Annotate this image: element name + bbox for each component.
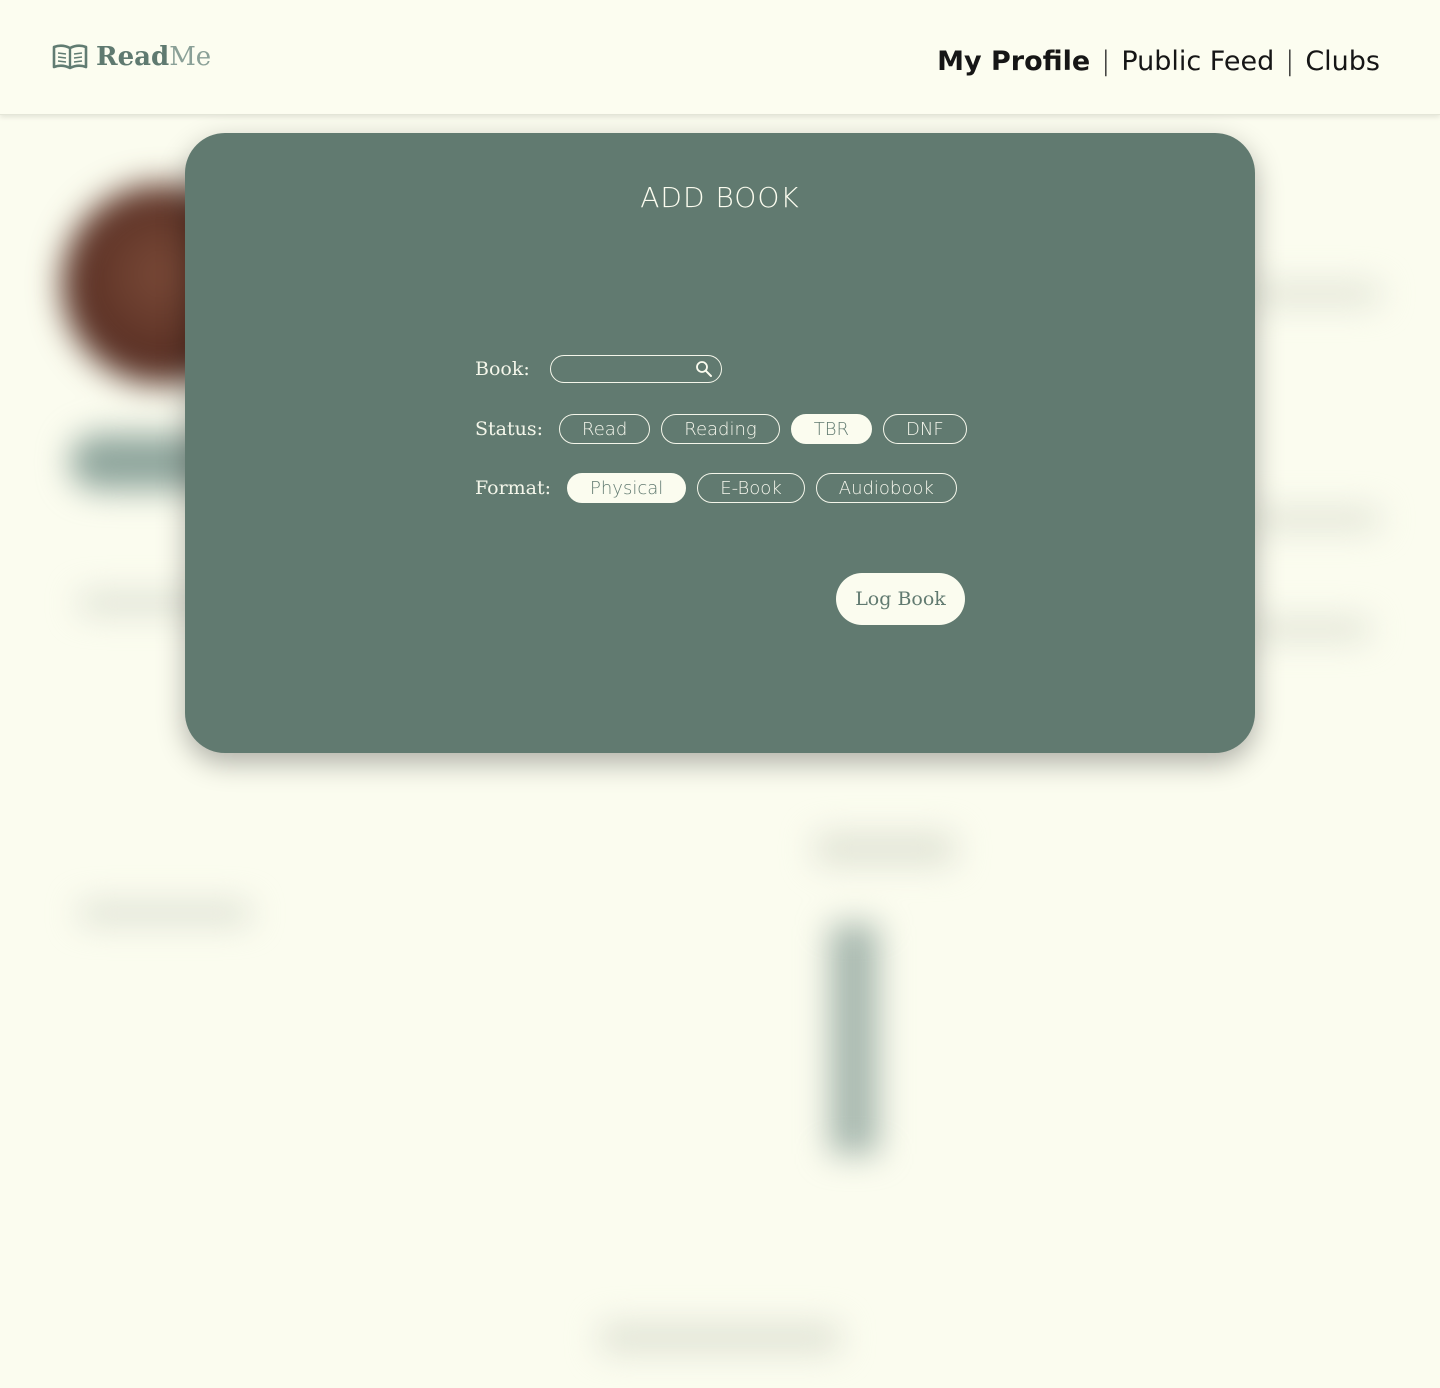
search-icon[interactable]: [695, 360, 713, 378]
status-option-reading[interactable]: Reading: [661, 414, 780, 444]
format-option-ebook[interactable]: E-Book: [697, 473, 805, 503]
blurred-stat-line: [1250, 284, 1380, 304]
modal-title: ADD BOOK: [640, 181, 800, 214]
format-row: Format: Physical E-Book Audiobook: [475, 473, 968, 503]
logo-text-me: Me: [169, 42, 212, 72]
log-book-button[interactable]: Log Book: [836, 573, 965, 625]
book-search-input[interactable]: [560, 358, 697, 382]
format-label: Format:: [475, 477, 552, 499]
top-header: ReadMe My Profile | Public Feed | Clubs: [0, 0, 1440, 115]
blurred-footer: [600, 1324, 840, 1352]
book-label: Book:: [475, 358, 530, 380]
format-options: Physical E-Book Audiobook: [567, 473, 968, 503]
blurred-chart-title: [815, 834, 955, 864]
nav-separator: |: [1101, 46, 1111, 77]
format-option-physical[interactable]: Physical: [567, 473, 687, 503]
status-option-read[interactable]: Read: [559, 414, 651, 444]
book-search-field[interactable]: [549, 355, 722, 383]
add-book-modal: ADD BOOK Book: Status: Read Reading TBR …: [185, 133, 1255, 753]
app-logo[interactable]: ReadMe: [52, 42, 211, 72]
nav-public-feed[interactable]: Public Feed: [1121, 46, 1274, 77]
status-label: Status:: [475, 418, 544, 440]
main-nav: My Profile | Public Feed | Clubs: [937, 46, 1380, 77]
blurred-stat-line: [1250, 619, 1370, 639]
open-book-icon: [52, 43, 88, 71]
nav-my-profile[interactable]: My Profile: [937, 46, 1090, 77]
blurred-bar-chart: [830, 894, 1350, 1154]
book-row: Book:: [475, 355, 722, 383]
nav-clubs[interactable]: Clubs: [1305, 46, 1380, 77]
status-row: Status: Read Reading TBR DNF: [475, 414, 978, 444]
blurred-stat-line: [1250, 509, 1380, 529]
status-option-tbr[interactable]: TBR: [790, 414, 872, 444]
blurred-section-label: [80, 904, 250, 922]
logo-wordmark: ReadMe: [96, 42, 211, 72]
logo-text-read: Read: [96, 42, 170, 72]
status-options: Read Reading TBR DNF: [559, 414, 978, 444]
blurred-book-row: [70, 954, 630, 1174]
nav-separator: |: [1285, 46, 1295, 77]
status-option-dnf[interactable]: DNF: [883, 414, 967, 444]
format-option-audiobook[interactable]: Audiobook: [815, 473, 957, 503]
